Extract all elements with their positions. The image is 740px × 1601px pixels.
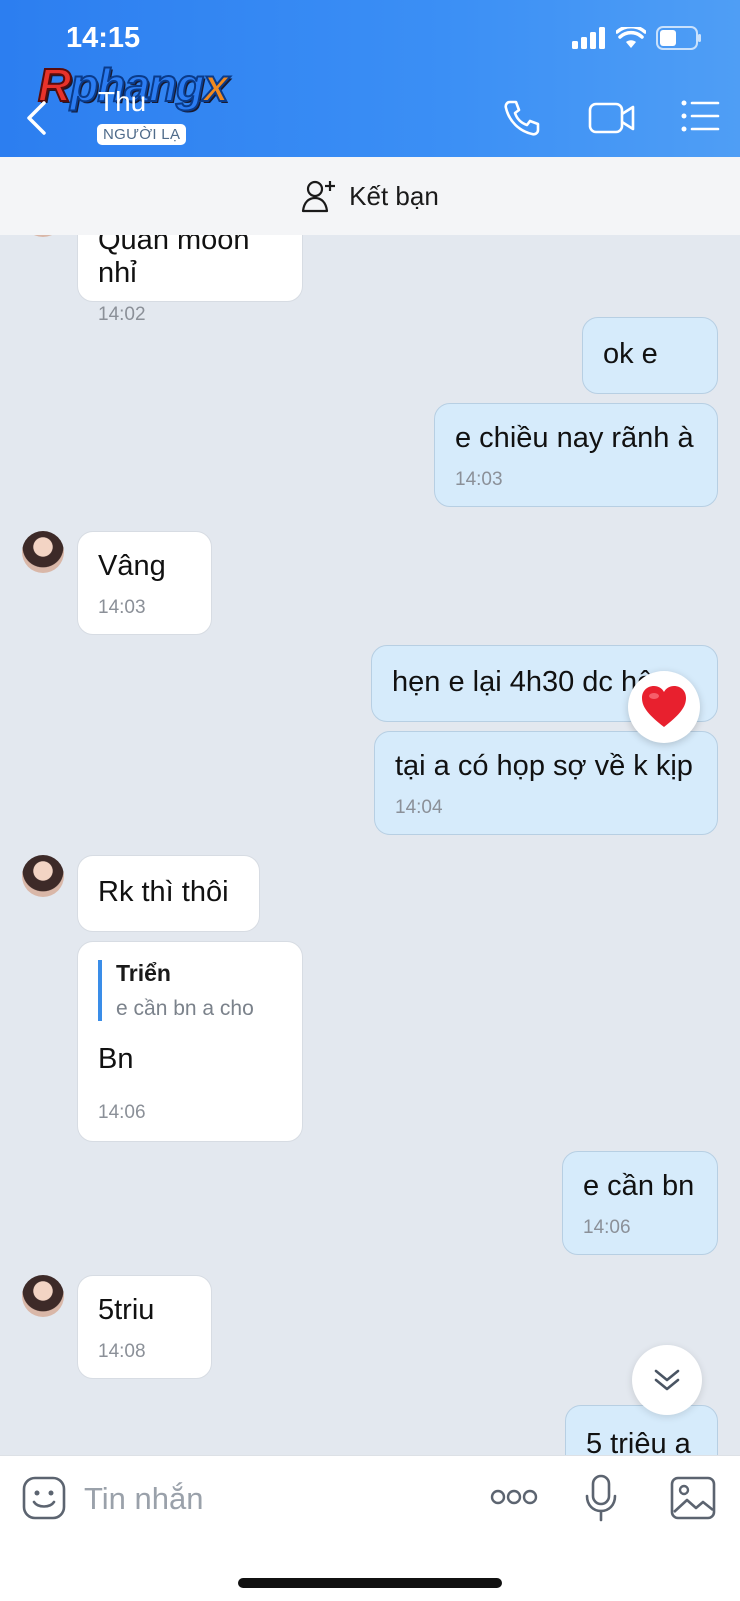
message-bubble[interactable]: e cần bn 14:06 bbox=[562, 1151, 718, 1255]
message-text: Quán mòón nhỉ bbox=[98, 235, 250, 289]
back-button[interactable] bbox=[24, 100, 50, 141]
battery-icon bbox=[656, 26, 701, 50]
menu-button[interactable] bbox=[680, 98, 720, 139]
add-friend-bar[interactable]: Kết bạn bbox=[0, 157, 740, 235]
sticker-button[interactable] bbox=[22, 1476, 66, 1525]
sticker-icon bbox=[22, 1476, 66, 1520]
scroll-to-bottom-button[interactable] bbox=[632, 1345, 702, 1415]
quoted-author: Triển bbox=[116, 960, 171, 986]
back-chevron-icon bbox=[27, 101, 46, 135]
microphone-button[interactable] bbox=[584, 1474, 618, 1527]
message-bubble[interactable]: Quán mòón nhỉ 14:02 bbox=[77, 235, 303, 325]
add-friend-icon bbox=[302, 180, 336, 213]
message-bubble-reply[interactable]: Triển e cần bn a cho Bn 14:06 bbox=[77, 941, 303, 1142]
message-text: Bn bbox=[98, 1043, 134, 1075]
message-bubble[interactable]: ok e bbox=[582, 317, 718, 394]
message-time: 14:02 bbox=[98, 304, 146, 325]
menu-list-icon bbox=[681, 100, 720, 132]
message-bubble[interactable]: 5triu 14:08 bbox=[77, 1275, 212, 1379]
microphone-icon bbox=[585, 1474, 617, 1522]
heart-icon bbox=[642, 686, 686, 727]
message-time: 14:03 bbox=[98, 597, 146, 618]
quoted-message[interactable]: Triển e cần bn a cho bbox=[98, 960, 282, 1021]
avatar[interactable] bbox=[22, 531, 64, 573]
message-bubble[interactable]: Vâng 14:03 bbox=[77, 531, 212, 635]
home-indicator[interactable] bbox=[238, 1578, 502, 1588]
message-text: Rk thì thôi bbox=[98, 876, 229, 908]
message-bubble[interactable]: tại a có họp sợ về k kịp 14:04 bbox=[374, 731, 718, 835]
heart-reaction[interactable] bbox=[628, 671, 700, 743]
more-button[interactable] bbox=[490, 1488, 538, 1511]
wifi-icon bbox=[616, 27, 646, 48]
status-icons bbox=[572, 26, 702, 50]
avatar[interactable] bbox=[22, 235, 64, 237]
message-text: e cần bn bbox=[583, 1170, 695, 1202]
message-bubble[interactable]: e chiều nay rãnh à 14:03 bbox=[434, 403, 718, 507]
message-bubble[interactable]: 5 triệu a bbox=[565, 1405, 718, 1455]
more-icon bbox=[490, 1489, 538, 1505]
add-friend-label: Kết bạn bbox=[349, 180, 439, 211]
message-text: Vâng bbox=[98, 550, 166, 582]
message-time: 14:08 bbox=[98, 1341, 146, 1362]
image-icon bbox=[670, 1476, 716, 1520]
phone-icon bbox=[504, 100, 540, 136]
message-bubble[interactable]: Rk thì thôi bbox=[77, 855, 260, 932]
message-text: tại a có họp sợ về k kịp bbox=[395, 750, 693, 782]
message-text: 5 triệu a bbox=[586, 1428, 691, 1455]
message-time: 14:04 bbox=[395, 797, 443, 818]
message-text: 5triu bbox=[98, 1294, 155, 1326]
message-input[interactable] bbox=[84, 1481, 444, 1517]
call-button[interactable] bbox=[502, 98, 542, 143]
avatar[interactable] bbox=[22, 855, 64, 897]
status-time: 14:15 bbox=[66, 22, 141, 54]
chat-header: 14:15 Rphangx Thu NGƯỜI LẠ bbox=[0, 0, 740, 157]
double-chevron-down-icon bbox=[654, 1369, 680, 1391]
message-text: ok e bbox=[603, 338, 658, 370]
message-time: 14:03 bbox=[455, 469, 503, 490]
video-call-icon bbox=[588, 102, 635, 134]
signal-icon bbox=[572, 27, 605, 49]
message-time: 14:06 bbox=[98, 1102, 146, 1123]
video-call-button[interactable] bbox=[588, 98, 636, 143]
stranger-badge: NGƯỜI LẠ bbox=[97, 124, 187, 145]
message-time: 14:06 bbox=[583, 1217, 631, 1238]
image-button[interactable] bbox=[670, 1476, 716, 1525]
message-text: e chiều nay rãnh à bbox=[455, 422, 694, 454]
avatar[interactable] bbox=[22, 1275, 64, 1317]
message-list[interactable]: Quán mòón nhỉ 14:02 ok e e chiều nay rãn… bbox=[0, 235, 740, 1455]
quoted-text: e cần bn a cho bbox=[116, 997, 254, 1020]
contact-name[interactable]: Thu bbox=[98, 86, 146, 118]
